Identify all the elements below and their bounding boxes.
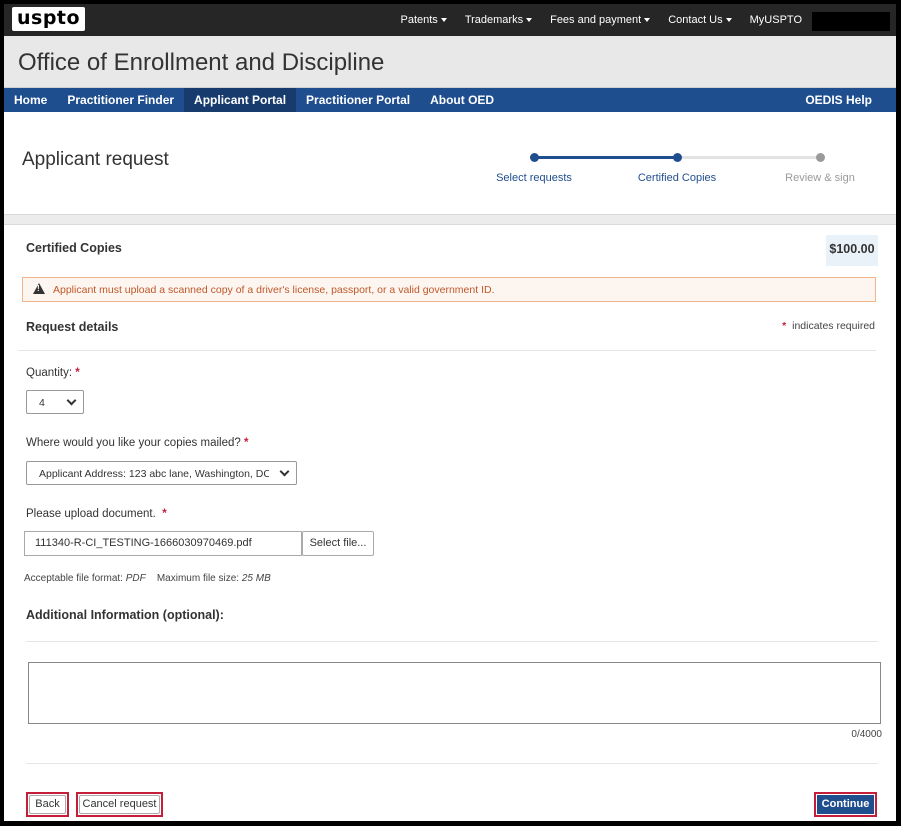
quantity-value: 4 (39, 397, 45, 409)
quantity-select[interactable]: 4 (26, 390, 84, 414)
id-warning-alert: Applicant must upload a scanned copy of … (22, 277, 876, 302)
warning-icon (33, 283, 45, 294)
mail-address-value: Applicant Address: 123 abc lane, Washing… (39, 468, 269, 480)
required-star: * (782, 320, 786, 332)
progress-stepper: Select requests Certified Copies Review … (4, 112, 896, 212)
main-nav: Home Practitioner Finder Applicant Porta… (4, 88, 896, 112)
uploaded-file-name: 111340-R-CI_TESTING-1666030970469.pdf (24, 531, 302, 556)
nav-about-oed[interactable]: About OED (420, 88, 504, 112)
step-dot-1 (530, 153, 539, 162)
caret-down-icon (526, 18, 532, 22)
site-title-band: Office of Enrollment and Discipline (4, 36, 896, 88)
caret-down-icon (644, 18, 650, 22)
quantity-label: Quantity: * (26, 367, 80, 379)
file-requirements: Acceptable file format: PDF Maximum file… (24, 573, 271, 584)
cancel-request-button[interactable]: Cancel request (79, 795, 160, 814)
nav-trademarks[interactable]: Trademarks (465, 14, 532, 26)
footer-divider (26, 763, 878, 764)
required-star: * (162, 508, 166, 520)
step-label-2: Certified Copies (638, 172, 716, 184)
required-note: * indicates required (782, 320, 875, 332)
step-label-1: Select requests (496, 172, 572, 184)
additional-info-textarea[interactable] (28, 662, 881, 724)
upload-label: Please upload document. * (26, 508, 167, 520)
additional-divider (26, 641, 878, 642)
back-button-highlight: Back (26, 792, 69, 817)
nav-practitioner-finder[interactable]: Practitioner Finder (57, 88, 184, 112)
mail-address-select[interactable]: Applicant Address: 123 abc lane, Washing… (26, 461, 297, 485)
caret-down-icon (441, 18, 447, 22)
nav-contact[interactable]: Contact Us (668, 14, 731, 26)
mail-address-label: Where would you like your copies mailed?… (26, 437, 248, 449)
chevron-down-icon (280, 467, 290, 477)
step-label-3: Review & sign (785, 172, 855, 184)
nav-practitioner-portal[interactable]: Practitioner Portal (296, 88, 420, 112)
header-divider (4, 215, 896, 225)
char-counter: 0/4000 (851, 729, 882, 740)
step-dot-3 (816, 153, 825, 162)
nav-oedis-help[interactable]: OEDIS Help (795, 88, 882, 112)
nav-myuspto[interactable]: MyUSPTO (750, 14, 802, 26)
global-nav: Patents Trademarks Fees and payment Cont… (383, 4, 803, 36)
global-header: uspto Patents Trademarks Fees and paymen… (4, 4, 896, 36)
cancel-button-highlight: Cancel request (76, 792, 163, 817)
chevron-down-icon (67, 396, 77, 406)
additional-info-label: Additional Information (optional): (26, 608, 224, 622)
required-note-text: indicates required (792, 320, 875, 332)
required-star: * (244, 437, 248, 449)
nav-fees[interactable]: Fees and payment (550, 14, 650, 26)
site-title: Office of Enrollment and Discipline (4, 36, 896, 77)
request-details-title: Request details (26, 320, 118, 334)
uspto-logo[interactable]: uspto (12, 7, 85, 31)
redacted-user-box (812, 12, 890, 31)
step-line-done (534, 156, 677, 159)
required-star: * (75, 367, 79, 379)
alert-message: Applicant must upload a scanned copy of … (53, 284, 495, 296)
price-badge: $100.00 (826, 235, 878, 266)
page-header: Applicant request Select requests Certif… (4, 112, 896, 215)
page-frame: uspto Patents Trademarks Fees and paymen… (4, 4, 896, 821)
select-file-button[interactable]: Select file... (302, 531, 374, 556)
continue-button-highlight: Continue (814, 792, 877, 817)
details-divider (18, 350, 876, 351)
nav-patents[interactable]: Patents (401, 14, 447, 26)
section-title: Certified Copies (26, 241, 122, 255)
continue-button[interactable]: Continue (817, 795, 874, 814)
back-button[interactable]: Back (29, 795, 66, 814)
caret-down-icon (726, 18, 732, 22)
nav-home[interactable]: Home (4, 88, 57, 112)
nav-applicant-portal[interactable]: Applicant Portal (184, 88, 296, 112)
step-line-todo (677, 156, 820, 159)
form-content: Certified Copies $100.00 Applicant must … (4, 225, 896, 821)
step-dot-2 (673, 153, 682, 162)
